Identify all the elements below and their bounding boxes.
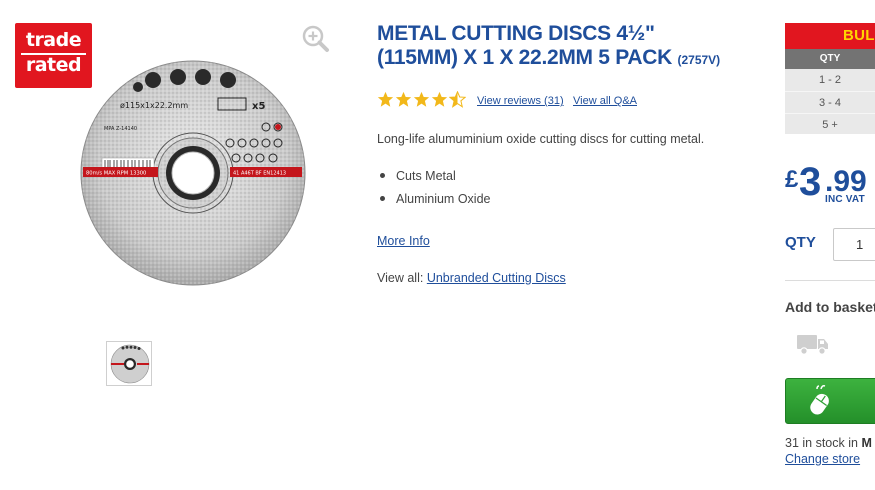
stock-store: M <box>861 436 872 450</box>
product-image[interactable]: ø115x1x22.2mm x5 MPA Z-14140 80m/s MAX R… <box>80 60 306 286</box>
badge-line-1: trade <box>25 29 82 51</box>
bulk-row: 3 - 4 <box>785 91 875 113</box>
product-description: Long-life alumuminium oxide cutting disc… <box>377 132 705 146</box>
star-icon <box>431 91 448 107</box>
price-pounds: 3 <box>799 160 821 204</box>
bulk-row: 1 - 2 <box>785 69 875 91</box>
star-rating <box>377 91 466 109</box>
zoom-in-icon[interactable] <box>301 24 331 54</box>
product-title-text: METAL CUTTING DISCS 4½" (115MM) X 1 X 22… <box>377 22 672 69</box>
view-qa-link[interactable]: View all Q&A <box>573 95 637 107</box>
more-info-link[interactable]: More Info <box>377 234 430 248</box>
view-all-label: View all: <box>377 271 424 285</box>
quantity-input[interactable] <box>833 228 875 261</box>
qty-label: QTY <box>785 234 816 251</box>
view-reviews-link[interactable]: View reviews (31) <box>477 95 564 107</box>
bulk-row-qty: 1 - 2 <box>818 74 841 86</box>
bullet-icon <box>380 173 385 179</box>
star-icon <box>395 91 412 107</box>
mouse-click-icon <box>810 385 829 415</box>
half-star-icon <box>449 91 466 108</box>
disc-speed-text: 80m/s MAX RPM 13300 <box>86 171 146 177</box>
price-vat-label: INC VAT <box>825 194 865 205</box>
stock-status: 31 in stock in M <box>785 436 872 450</box>
disc-mpa-text: MPA Z-14140 <box>104 126 137 132</box>
product-title: METAL CUTTING DISCS 4½" (115MM) X 1 X 22… <box>377 22 737 72</box>
change-store-link[interactable]: Change store <box>785 452 860 466</box>
bulk-qty-header-text: QTY <box>819 53 841 64</box>
feature-item: Aluminium Oxide <box>380 191 490 214</box>
disc-size-text: ø115x1x22.2mm <box>120 101 188 110</box>
add-to-basket-button[interactable] <box>785 378 875 424</box>
star-icon <box>377 91 394 107</box>
delivery-van-icon <box>796 332 830 356</box>
bulk-row-qty: 3 - 4 <box>818 97 841 109</box>
disc-pack-text: x5 <box>252 101 265 112</box>
bulk-header: BULK <box>785 23 875 49</box>
disc-standard-text: 41 A46T BF EN12413 <box>233 171 286 177</box>
bulk-row: 5 + <box>785 113 875 134</box>
product-code: (2757V) <box>677 53 721 67</box>
divider <box>785 280 875 281</box>
category-link[interactable]: Unbranded Cutting Discs <box>427 271 566 285</box>
feature-text: Aluminium Oxide <box>396 192 491 206</box>
view-all-category: View all: Unbranded Cutting Discs <box>377 271 566 285</box>
stock-text: 31 in stock in <box>785 436 858 450</box>
feature-item: Cuts Metal <box>380 168 490 191</box>
bulk-row-qty: 5 + <box>822 119 838 131</box>
feature-text: Cuts Metal <box>396 169 456 183</box>
add-to-basket-label: Add to basket <box>785 299 875 315</box>
feature-list: Cuts Metal Aluminium Oxide <box>380 168 490 214</box>
bulk-qty-header: QTY <box>785 49 875 69</box>
price-currency: £ <box>785 166 799 193</box>
bullet-icon <box>380 196 385 202</box>
star-icon <box>413 91 430 107</box>
product-thumbnail[interactable] <box>106 341 152 386</box>
